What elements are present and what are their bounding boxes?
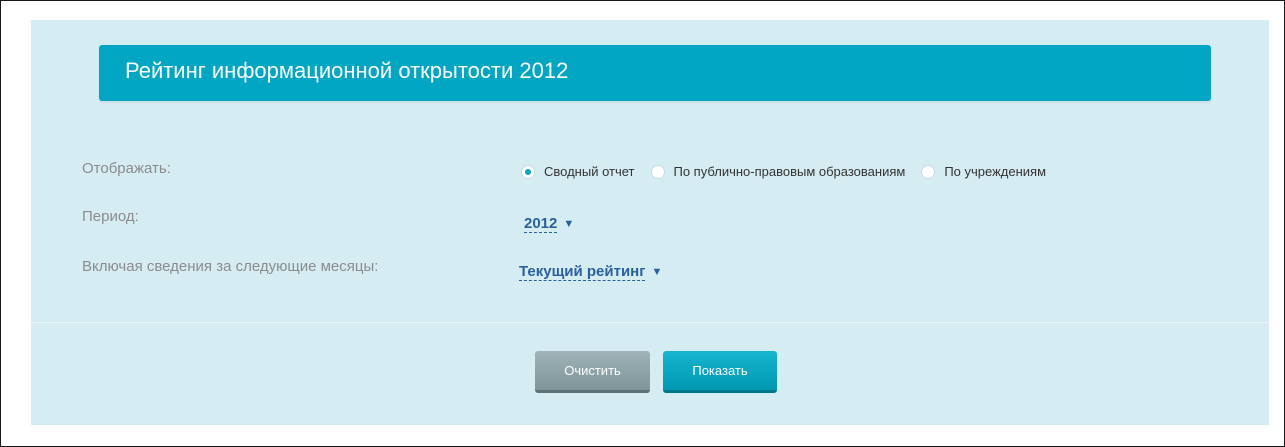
- rating-filter-panel: Рейтинг информационной открытости 2012 О…: [31, 20, 1269, 425]
- page-frame: Рейтинг информационной открытости 2012 О…: [0, 0, 1285, 447]
- radio-unchecked-icon: [650, 164, 665, 179]
- radio-summary-report[interactable]: Сводный отчет: [521, 164, 635, 179]
- period-value: 2012: [524, 215, 558, 233]
- display-label: Отображать:: [82, 160, 171, 177]
- months-label: Включая сведения за следующие месяцы:: [82, 258, 379, 275]
- header-bar: Рейтинг информационной открытости 2012: [99, 45, 1211, 101]
- page-title: Рейтинг информационной открытости 2012: [125, 58, 569, 83]
- radio-by-institutions-label: По учреждениям: [944, 164, 1047, 179]
- radio-by-public-entities[interactable]: По публично-правовым образованиям: [650, 164, 906, 179]
- radio-unchecked-icon: [921, 164, 936, 179]
- display-radio-group: Сводный отчет По публично-правовым образ…: [521, 164, 1062, 179]
- radio-by-institutions[interactable]: По учреждениям: [921, 164, 1046, 179]
- caret-down-icon: ▼: [651, 266, 663, 278]
- radio-checked-icon: [521, 164, 535, 179]
- caret-down-icon: ▼: [563, 218, 575, 230]
- divider: [31, 322, 1269, 323]
- radio-by-public-entities-label: По публично-правовым образованиям: [673, 164, 906, 179]
- period-label: Период:: [82, 208, 139, 225]
- show-button[interactable]: Показать: [663, 351, 777, 393]
- months-value: Текущий рейтинг: [519, 263, 646, 281]
- period-dropdown[interactable]: 2012 ▼: [524, 215, 574, 233]
- radio-summary-report-label: Сводный отчет: [544, 164, 635, 179]
- clear-button[interactable]: Очистить: [535, 351, 650, 393]
- months-dropdown[interactable]: Текущий рейтинг ▼: [519, 263, 662, 281]
